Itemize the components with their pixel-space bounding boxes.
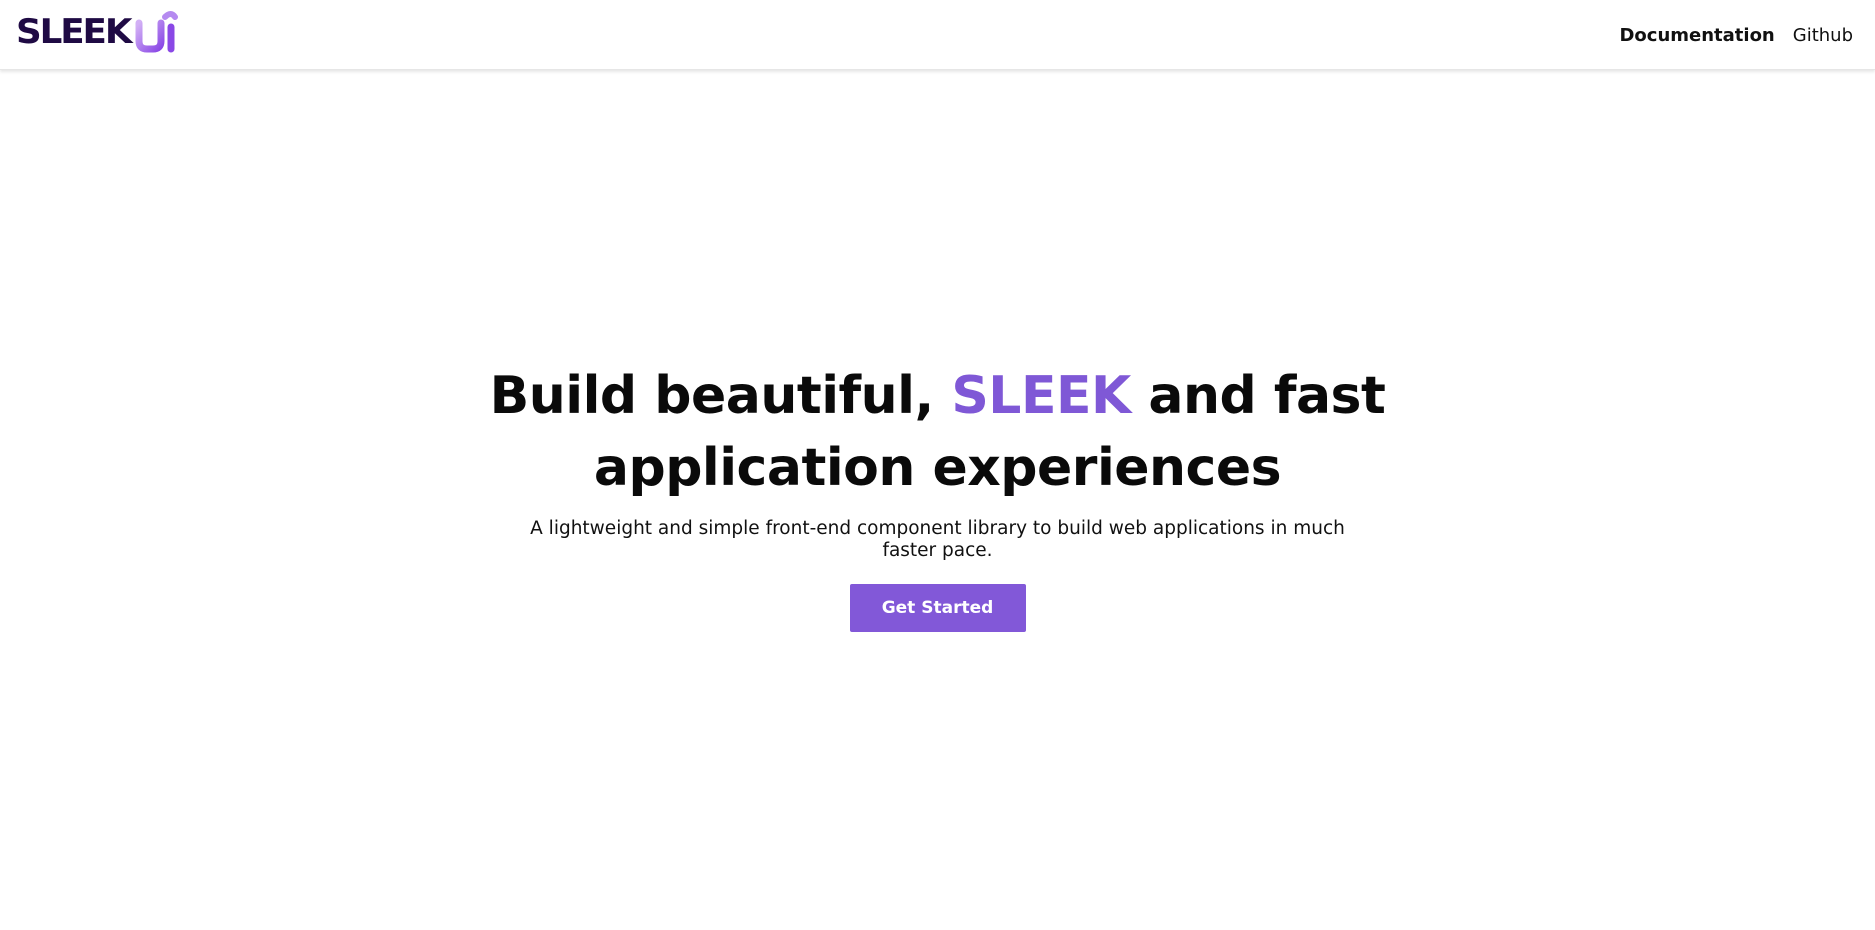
hero-title: Build beautiful, SLEEK and fast applicat… xyxy=(0,360,1875,504)
hero-subtitle: A lightweight and simple front-end compo… xyxy=(530,518,1345,561)
hero-title-part1: Build beautiful, xyxy=(489,366,952,426)
nav-github-link[interactable]: Github xyxy=(1793,25,1853,46)
ui-logo-icon xyxy=(135,11,179,53)
nav-links: Documentation Github xyxy=(1619,0,1853,70)
get-started-button[interactable]: Get Started xyxy=(849,584,1026,632)
logo[interactable]: SLEEK xyxy=(16,10,179,54)
hero-title-part2: and fast xyxy=(1130,366,1386,426)
hero-section: Build beautiful, SLEEK and fast applicat… xyxy=(0,360,1875,632)
hero-title-accent: SLEEK xyxy=(951,366,1131,426)
hero-title-line2: application experiences xyxy=(593,438,1282,498)
nav-documentation-link[interactable]: Documentation xyxy=(1619,25,1774,46)
top-navbar: SLEEK Documentation Github xyxy=(0,0,1875,70)
logo-wordmark: SLEEK xyxy=(16,12,132,52)
